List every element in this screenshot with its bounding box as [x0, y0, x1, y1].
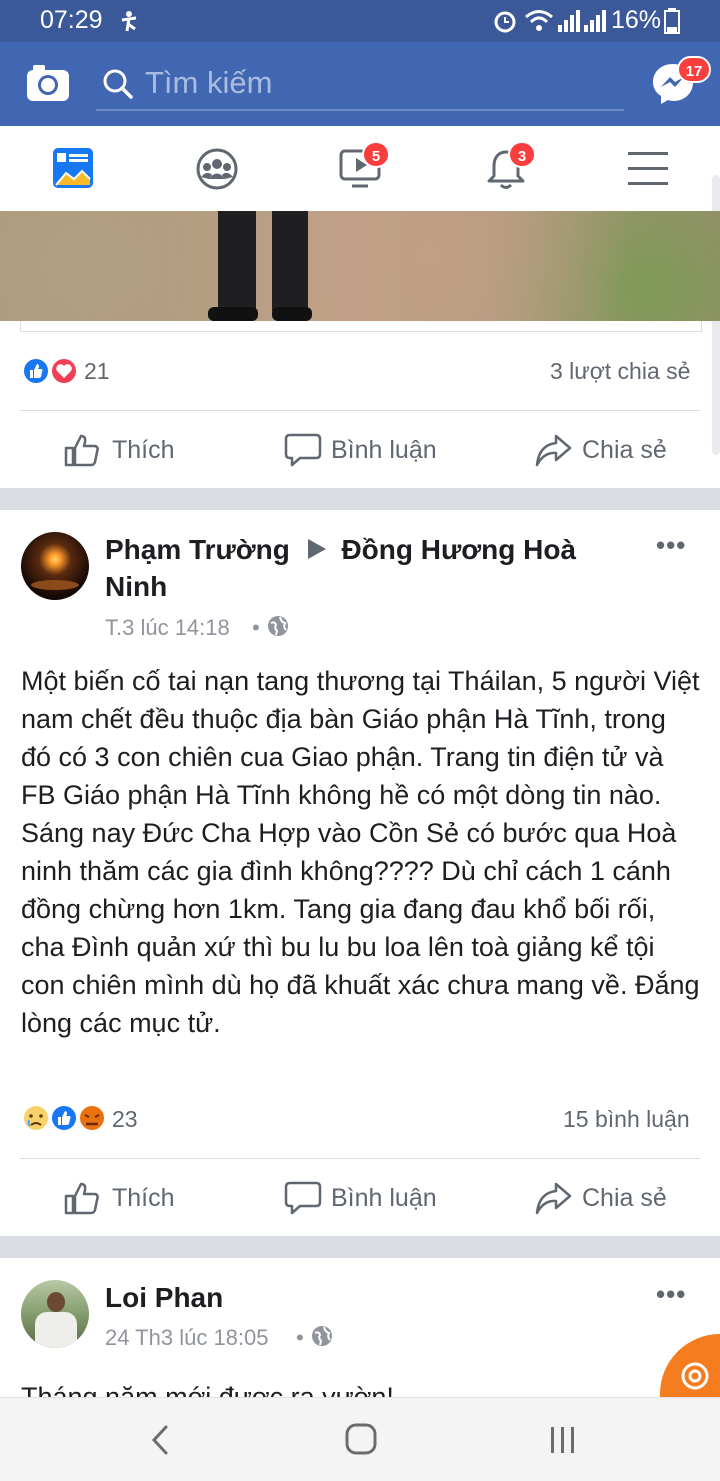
share-label: Chia sẻ — [582, 436, 667, 464]
avatar-head — [47, 1292, 65, 1312]
comment-label: Bình luận — [331, 436, 437, 464]
reaction-count[interactable]: 21 — [84, 358, 110, 385]
thumbs-up-icon-2 — [64, 1182, 99, 1215]
comment-icon — [284, 433, 322, 467]
alarm-icon — [494, 11, 516, 33]
sad-like-angry-reactions-icon[interactable] — [20, 1103, 108, 1133]
like-label-2: Thích — [112, 1184, 175, 1212]
recents-icon[interactable] — [548, 1424, 578, 1456]
status-time: 07:29 — [40, 6, 103, 34]
meta-dot: • — [252, 615, 260, 640]
thumbs-up-icon — [64, 434, 99, 467]
feed-separator — [0, 488, 720, 510]
camera-icon[interactable] — [25, 63, 71, 103]
accessibility-icon — [121, 11, 137, 32]
share-icon — [535, 434, 572, 467]
photo-leg-right — [272, 211, 308, 311]
signal-icon — [558, 10, 580, 32]
globe-icon-2 — [312, 1326, 332, 1346]
post-body: Một biến cố tai nạn tang thương tại Thái… — [21, 666, 700, 1038]
notifications-badge: 3 — [508, 141, 536, 168]
menu-icon[interactable] — [628, 152, 668, 186]
share-label-2: Chia sẻ — [582, 1184, 667, 1212]
author-name-2[interactable]: Loi Phan — [105, 1279, 223, 1316]
feed-separator-2 — [0, 1236, 720, 1258]
avatar[interactable] — [21, 532, 89, 600]
avatar-body — [35, 1312, 77, 1348]
wifi-icon — [525, 10, 553, 31]
author-name[interactable]: Phạm Trường — [105, 534, 290, 565]
globe-icon — [268, 616, 288, 636]
reaction-count-2[interactable]: 23 — [112, 1106, 138, 1133]
post-body-preview-wrap: Tháng năm mới được ra vườn! — [21, 1378, 701, 1397]
signal-icon-2 — [584, 10, 606, 32]
comment-icon-2 — [284, 1181, 322, 1215]
floating-action-button[interactable] — [660, 1334, 720, 1397]
arrow-right-icon — [307, 539, 326, 559]
search-placeholder: Tìm kiếm — [145, 65, 273, 100]
groups-icon[interactable] — [195, 147, 239, 191]
avatar-2[interactable] — [21, 1280, 89, 1348]
photo-shoe-left — [208, 307, 258, 321]
like-love-reactions-icon[interactable] — [20, 356, 80, 386]
post-time-2[interactable]: 24 Th3 lúc 18:05 — [105, 1325, 269, 1351]
status-bar: 07:29 16% — [0, 0, 720, 42]
more-options-icon[interactable]: ••• — [656, 530, 686, 561]
more-options-icon-2[interactable]: ••• — [656, 1279, 686, 1310]
avatar-candle — [31, 580, 79, 590]
post-header-line: Phạm Trường Đồng Hương Hoà Ninh — [105, 531, 605, 605]
link-card-edge — [20, 321, 702, 332]
watch-badge: 5 — [362, 141, 390, 168]
post-divider-2 — [20, 1158, 700, 1159]
meta-dot-2: • — [296, 1325, 304, 1350]
back-icon[interactable] — [148, 1424, 172, 1456]
post-body-preview: Tháng năm mới được ra vườn! — [21, 1382, 394, 1397]
photo-leg-left — [218, 211, 256, 311]
share-icon-2 — [535, 1182, 572, 1215]
post-divider — [20, 410, 700, 411]
photo-shoe-right — [272, 307, 312, 321]
share-count[interactable]: 3 lượt chia sẻ — [550, 358, 690, 385]
messenger-badge: 17 — [677, 56, 711, 83]
search-underline — [96, 109, 624, 111]
home-icon[interactable] — [344, 1422, 378, 1456]
post-time[interactable]: T.3 lúc 14:18 — [105, 615, 230, 641]
comment-count[interactable]: 15 bình luận — [563, 1106, 690, 1133]
news-feed-icon[interactable] — [52, 147, 94, 189]
comment-label-2: Bình luận — [331, 1184, 437, 1212]
post-photo[interactable] — [0, 211, 720, 321]
like-label: Thích — [112, 436, 175, 464]
chat-bubbles-icon — [681, 1362, 709, 1390]
search-icon — [103, 69, 133, 99]
battery-percent: 16% — [611, 6, 662, 34]
battery-icon — [664, 8, 680, 34]
